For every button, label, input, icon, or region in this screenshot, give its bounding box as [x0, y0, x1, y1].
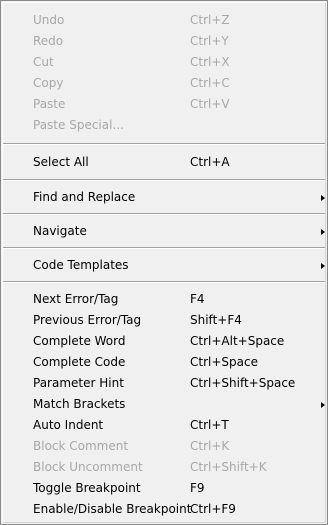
menu-item-shortcut: Ctrl+Space [190, 355, 258, 369]
menu-item-label: Copy [33, 76, 64, 90]
menu-item-auto-indent[interactable]: Auto Indent Ctrl+T [3, 415, 325, 436]
menu-item-label: Complete Code [33, 355, 126, 369]
menu-item-shortcut: Ctrl+Shift+K [190, 460, 267, 474]
menu-body: Undo Ctrl+Z Redo Ctrl+Y Cut Ctrl+X Copy … [2, 2, 326, 523]
menu-item-label: Auto Indent [33, 418, 104, 432]
menu-item-label: Block Uncomment [33, 460, 143, 474]
menu-item-redo[interactable]: Redo Ctrl+Y [3, 31, 325, 52]
menu-item-label: Toggle Breakpoint [33, 481, 141, 495]
menu-item-shortcut: Ctrl+Alt+Space [190, 334, 285, 348]
menu-item-label: Previous Error/Tag [33, 313, 142, 327]
edit-context-menu: Undo Ctrl+Z Redo Ctrl+Y Cut Ctrl+X Copy … [0, 0, 328, 525]
menu-item-find-and-replace[interactable]: Find and Replace [3, 187, 325, 208]
menu-item-shortcut: Ctrl+Z [190, 13, 230, 27]
menu-separator [3, 247, 325, 249]
menu-item-shortcut: Ctrl+T [190, 418, 229, 432]
menu-item-label: Complete Word [33, 334, 126, 348]
menu-item-complete-code[interactable]: Complete Code Ctrl+Space [3, 352, 325, 373]
menu-item-label: Parameter Hint [33, 376, 124, 390]
menu-item-navigate[interactable]: Navigate [3, 221, 325, 242]
menu-item-enable-disable-breakpoint[interactable]: Enable/Disable Breakpoint Ctrl+F9 [3, 499, 325, 520]
menu-item-shortcut: Ctrl+Shift+Space [190, 376, 296, 390]
menu-item-code-templates[interactable]: Code Templates [3, 255, 325, 276]
menu-item-select-all[interactable]: Select All Ctrl+A [3, 152, 325, 173]
menu-separator [3, 143, 325, 145]
menu-item-shortcut: Shift+F4 [190, 313, 242, 327]
menu-item-label: Block Comment [33, 439, 129, 453]
menu-item-shortcut: Ctrl+V [190, 97, 230, 111]
menu-item-label: Cut [33, 55, 54, 69]
menu-separator [3, 179, 325, 181]
menu-item-label: Undo [33, 13, 65, 27]
menu-item-complete-word[interactable]: Complete Word Ctrl+Alt+Space [3, 331, 325, 352]
menu-item-shortcut: F9 [190, 481, 205, 495]
menu-item-shortcut: F4 [190, 292, 205, 306]
menu-item-shortcut: Ctrl+Y [190, 34, 229, 48]
menu-item-label: Match Brackets [33, 397, 126, 411]
submenu-arrow-icon [321, 229, 325, 235]
menu-item-cut[interactable]: Cut Ctrl+X [3, 52, 325, 73]
menu-item-label: Next Error/Tag [33, 292, 119, 306]
menu-item-match-brackets[interactable]: Match Brackets [3, 394, 325, 415]
menu-separator [3, 213, 325, 215]
menu-item-label: Navigate [33, 224, 87, 238]
menu-item-label: Paste [33, 97, 66, 111]
menu-item-block-comment[interactable]: Block Comment Ctrl+K [3, 436, 325, 457]
menu-item-parameter-hint[interactable]: Parameter Hint Ctrl+Shift+Space [3, 373, 325, 394]
menu-item-undo[interactable]: Undo Ctrl+Z [3, 10, 325, 31]
menu-item-shortcut: Ctrl+F9 [190, 502, 236, 516]
menu-item-label: Enable/Disable Breakpoint [33, 502, 192, 516]
menu-item-shortcut: Ctrl+C [190, 76, 230, 90]
submenu-arrow-icon [321, 263, 325, 269]
menu-item-paste-special[interactable]: Paste Special... [3, 115, 325, 136]
menu-item-label: Select All [33, 155, 89, 169]
menu-item-next-error-tag[interactable]: Next Error/Tag F4 [3, 289, 325, 310]
submenu-arrow-icon [321, 195, 325, 201]
menu-item-shortcut: Ctrl+K [190, 439, 230, 453]
menu-separator [3, 281, 325, 283]
menu-item-label: Code Templates [33, 258, 129, 272]
menu-item-label: Find and Replace [33, 190, 136, 204]
menu-item-paste[interactable]: Paste Ctrl+V [3, 94, 325, 115]
menu-item-label: Paste Special... [33, 118, 124, 132]
menu-item-previous-error-tag[interactable]: Previous Error/Tag Shift+F4 [3, 310, 325, 331]
menu-item-label: Redo [33, 34, 64, 48]
menu-item-toggle-breakpoint[interactable]: Toggle Breakpoint F9 [3, 478, 325, 499]
menu-item-copy[interactable]: Copy Ctrl+C [3, 73, 325, 94]
menu-item-shortcut: Ctrl+X [190, 55, 230, 69]
menu-item-shortcut: Ctrl+A [190, 155, 230, 169]
menu-item-block-uncomment[interactable]: Block Uncomment Ctrl+Shift+K [3, 457, 325, 478]
submenu-arrow-icon [321, 402, 325, 408]
